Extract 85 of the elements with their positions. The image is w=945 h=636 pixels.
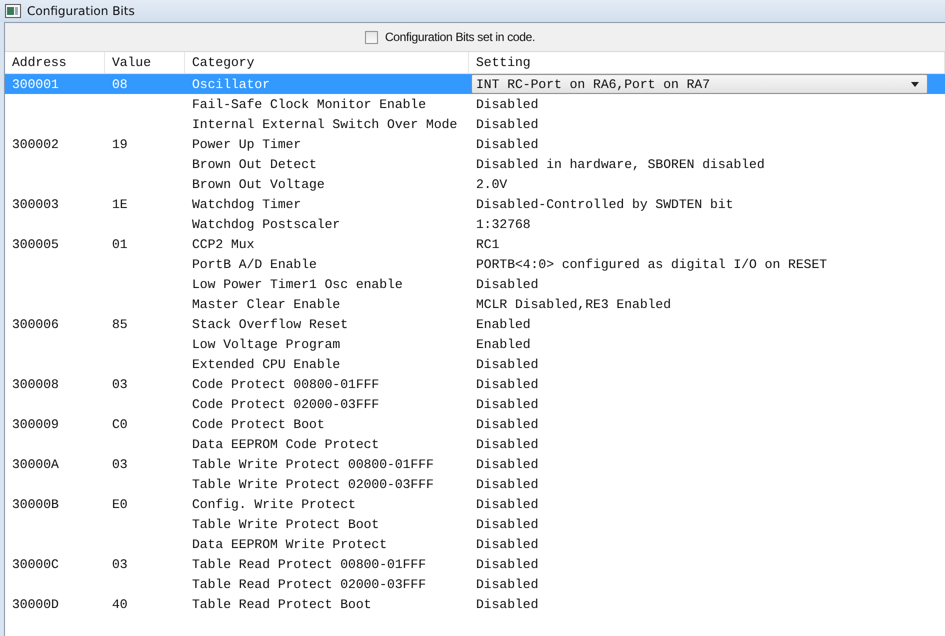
category-cell: Extended CPU Enable xyxy=(192,356,340,372)
value-cell: 03 xyxy=(112,556,128,572)
setting-cell-text: Disabled xyxy=(475,596,538,612)
setting-cell-text: PORTB<4:0> configured as digital I/O on RESET xyxy=(475,256,828,272)
category-cell: Low Power Timer1 Osc enable xyxy=(192,276,403,292)
category-cell: Config. Write Protect xyxy=(192,496,356,512)
column-header[interactable]: Address xyxy=(5,52,105,73)
setting-cell-text: Disabled xyxy=(475,376,538,392)
address-cell: 300003 xyxy=(12,196,59,212)
setting-cell-text: MCLR Disabled,RE3 Enabled xyxy=(475,296,672,312)
setting-cell-text: Disabled xyxy=(475,356,538,372)
setting-cell-text: Disabled xyxy=(475,496,538,512)
setting-cell-text: Disabled xyxy=(475,116,538,132)
category-cell: Fail-Safe Clock Monitor Enable xyxy=(192,96,426,112)
category-cell: PortB A/D Enable xyxy=(192,256,317,272)
setting-cell-text: Disabled xyxy=(475,476,538,492)
column-header[interactable]: Value xyxy=(105,52,185,73)
category-cell: Table Read Protect Boot xyxy=(192,596,372,612)
setting-cell-text: Disabled xyxy=(475,536,538,552)
checkbox-label: Configuration Bits set in code. xyxy=(384,30,536,44)
value-cell: C0 xyxy=(112,416,128,432)
address-cell: 300002 xyxy=(12,136,59,152)
address-cell: 300008 xyxy=(12,376,59,392)
value-cell: 85 xyxy=(112,316,128,332)
setting-cell-text: Disabled xyxy=(475,396,538,412)
address-cell: 30000D xyxy=(12,596,59,612)
setting-cell-text: Disabled xyxy=(475,556,538,572)
category-cell: Master Clear Enable xyxy=(192,296,340,312)
setting-cell-text: Disabled xyxy=(475,576,538,592)
caret-icon xyxy=(911,82,919,86)
window-icon xyxy=(5,4,21,18)
setting-dropdown[interactable]: INT RC-Port on RA6,Port on RA7 xyxy=(471,74,928,94)
value-cell: 01 xyxy=(112,236,128,252)
category-cell: Oscillator xyxy=(192,76,270,92)
category-cell: Table Write Protect 02000-03FFF xyxy=(192,476,434,492)
address-cell: 30000C xyxy=(12,556,59,572)
setting-cell-text: 1:32768 xyxy=(475,216,531,232)
setting-cell-text: 2.0V xyxy=(475,176,508,192)
category-cell: Watchdog Timer xyxy=(192,196,302,212)
setting-cell-text: Disabled xyxy=(475,96,538,112)
value-cell: 08 xyxy=(112,76,128,92)
address-cell: 300005 xyxy=(12,236,59,252)
address-cell: 300001 xyxy=(12,76,59,92)
category-cell: Stack Overflow Reset xyxy=(192,316,348,332)
address-cell: 30000B xyxy=(12,496,59,512)
category-cell: Table Write Protect 00800-01FFF xyxy=(192,456,434,472)
column-header[interactable]: Category xyxy=(185,52,469,73)
setting-cell-text: Disabled xyxy=(475,276,538,292)
category-cell: Code Protect 00800-01FFF xyxy=(192,376,380,392)
value-cell: E0 xyxy=(112,496,128,512)
category-cell: Table Read Protect 00800-01FFF xyxy=(192,556,426,572)
window-title: Configuration Bits xyxy=(27,4,135,18)
category-cell: Table Write Protect Boot xyxy=(192,516,380,532)
category-cell: Low Voltage Program xyxy=(192,336,340,352)
setting-cell-text: Disabled xyxy=(475,516,538,532)
setting-cell-text: Disabled xyxy=(475,456,538,472)
setting-cell-text: Disabled xyxy=(475,416,538,432)
value-cell: 19 xyxy=(112,136,128,152)
setting-cell-text: Disabled-Controlled by SWDTEN bit xyxy=(475,196,734,212)
category-cell: Internal External Switch Over Mode xyxy=(192,116,458,132)
value-cell: 03 xyxy=(112,456,128,472)
value-cell: 40 xyxy=(112,596,128,612)
column-header[interactable]: Setting xyxy=(469,52,945,73)
category-cell: Code Protect 02000-03FFF xyxy=(192,396,380,412)
setting-cell-text: Enabled xyxy=(475,336,531,352)
setting-cell-text: Disabled in hardware, SBOREN disabled xyxy=(475,156,765,172)
value-cell: 03 xyxy=(112,376,128,392)
category-cell: Brown Out Detect xyxy=(192,156,317,172)
category-cell: Code Protect Boot xyxy=(192,416,325,432)
setting-cell-text: Enabled xyxy=(475,316,531,332)
setting-cell-text: RC1 xyxy=(475,236,500,252)
category-cell: Watchdog Postscaler xyxy=(192,216,340,232)
category-cell: Table Read Protect 02000-03FFF xyxy=(192,576,426,592)
category-cell: Power Up Timer xyxy=(192,136,302,152)
category-cell: Brown Out Voltage xyxy=(192,176,325,192)
category-cell: Data EEPROM Write Protect xyxy=(192,536,388,552)
address-cell: 30000A xyxy=(12,456,59,472)
setting-cell-text: Disabled xyxy=(475,136,538,152)
address-cell: 300009 xyxy=(12,416,59,432)
category-cell: Data EEPROM Code Protect xyxy=(192,436,380,452)
checkbox[interactable] xyxy=(364,30,378,44)
value-cell: 1E xyxy=(112,196,128,212)
setting-cell-text: Disabled xyxy=(475,436,538,452)
address-cell: 300006 xyxy=(12,316,59,332)
category-cell: CCP2 Mux xyxy=(192,236,254,252)
